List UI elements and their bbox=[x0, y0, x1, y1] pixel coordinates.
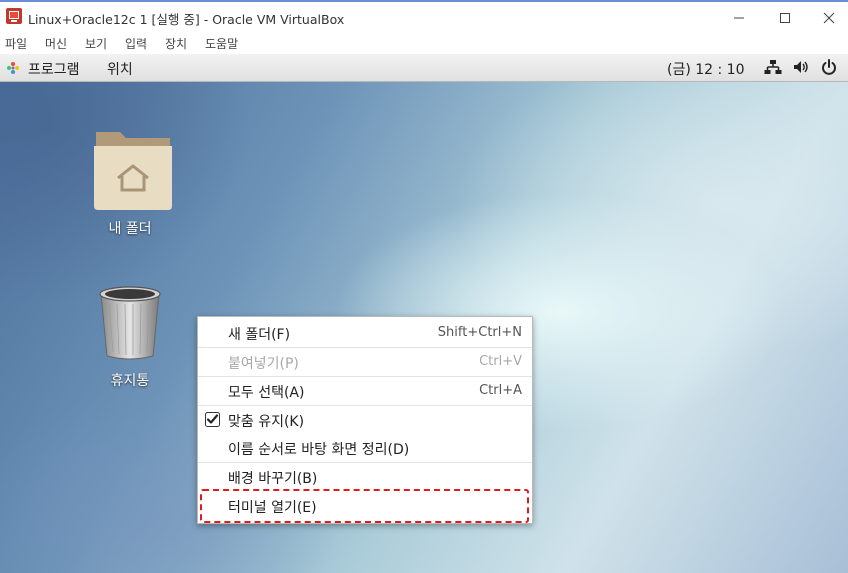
menu-view[interactable]: 보기 bbox=[85, 35, 107, 52]
menu-file[interactable]: 파일 bbox=[5, 35, 27, 52]
menu-item-shortcut: Ctrl+A bbox=[479, 383, 522, 398]
trash-icon bbox=[99, 286, 161, 360]
menu-item-label: 모두 선택(A) bbox=[228, 385, 305, 401]
menu-item-keep-aligned[interactable]: 맞춤 유지(K) bbox=[198, 405, 532, 433]
maximize-button[interactable] bbox=[762, 2, 808, 33]
menu-item-label: 이름 순서로 바탕 화면 정리(D) bbox=[228, 442, 410, 458]
menu-item-change-background[interactable]: 배경 바꾸기(B) bbox=[198, 462, 532, 490]
menu-item-label: 맞춤 유지(K) bbox=[228, 414, 305, 430]
applications-menu[interactable]: 프로그램 bbox=[28, 59, 80, 79]
desktop-icon-home[interactable]: 내 폴더 bbox=[80, 126, 180, 237]
menu-machine[interactable]: 머신 bbox=[45, 35, 67, 52]
maximize-icon bbox=[780, 12, 790, 23]
menu-bar: 파일 머신 보기 입력 장치 도움말 bbox=[0, 33, 848, 54]
menu-item-new-folder[interactable]: 새 폴더(F) Shift+Ctrl+N bbox=[198, 318, 532, 346]
applications-icon bbox=[7, 62, 19, 74]
menu-item-arrange-by-name[interactable]: 이름 순서로 바탕 화면 정리(D) bbox=[198, 433, 532, 461]
menu-input[interactable]: 입력 bbox=[125, 35, 147, 52]
menu-item-label: 새 폴더(F) bbox=[228, 327, 291, 343]
checkbox-checked-icon[interactable] bbox=[205, 412, 220, 427]
close-button[interactable] bbox=[806, 2, 848, 33]
window-titlebar: Linux+Oracle12c 1 [실행 중] - Oracle VM Vir… bbox=[0, 0, 848, 33]
clock[interactable]: (금) 12 : 10 bbox=[667, 59, 745, 79]
network-icon[interactable] bbox=[764, 59, 782, 75]
minimize-icon bbox=[734, 17, 744, 18]
trash-label: 휴지통 bbox=[110, 373, 150, 389]
menu-item-shortcut: Ctrl+V bbox=[479, 354, 522, 369]
menu-help[interactable]: 도움말 bbox=[205, 35, 238, 52]
menu-item-shortcut: Shift+Ctrl+N bbox=[437, 325, 522, 340]
minimize-button[interactable] bbox=[716, 2, 762, 33]
home-folder-icon bbox=[94, 132, 172, 210]
menu-item-select-all[interactable]: 모두 선택(A) Ctrl+A bbox=[198, 376, 532, 404]
volume-icon[interactable] bbox=[793, 59, 809, 75]
power-icon[interactable] bbox=[821, 59, 837, 75]
menu-item-label: 붙여넣기(P) bbox=[228, 356, 299, 372]
guest-top-panel: 프로그램 위치 (금) 12 : 10 bbox=[0, 54, 848, 82]
menu-item-paste[interactable]: 붙여넣기(P) Ctrl+V bbox=[198, 347, 532, 375]
desktop-icon-trash[interactable]: 휴지통 bbox=[80, 284, 180, 394]
places-menu[interactable]: 위치 bbox=[107, 59, 133, 79]
close-icon bbox=[823, 12, 835, 23]
annotation-highlight-box bbox=[200, 489, 529, 523]
virtualbox-icon bbox=[6, 8, 22, 24]
window-title: Linux+Oracle12c 1 [실행 중] - Oracle VM Vir… bbox=[28, 12, 345, 27]
menu-item-label: 배경 바꾸기(B) bbox=[228, 471, 318, 487]
menu-devices[interactable]: 장치 bbox=[165, 35, 187, 52]
home-folder-label: 내 폴더 bbox=[108, 221, 152, 237]
